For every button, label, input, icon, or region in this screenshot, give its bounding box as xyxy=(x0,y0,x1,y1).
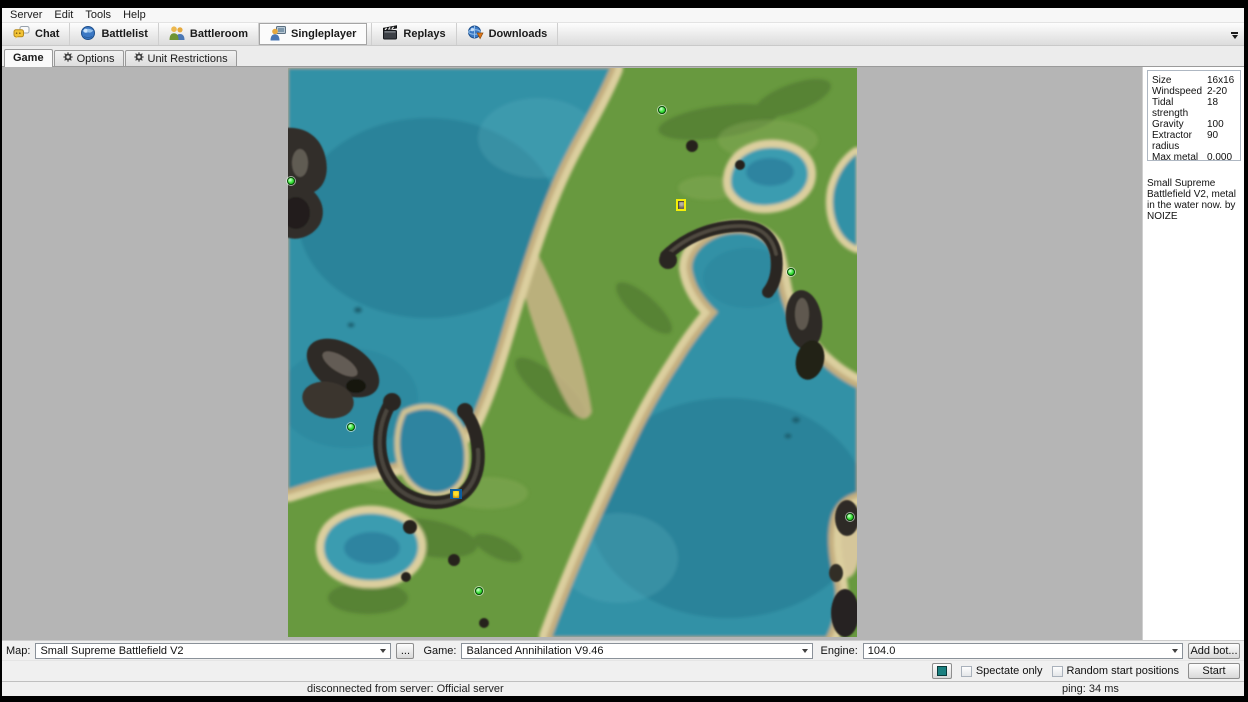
browse-map-button[interactable]: ... xyxy=(396,643,414,659)
start-position-dot[interactable] xyxy=(475,587,483,595)
game-label: Game: xyxy=(423,645,456,657)
map-info-panel: Size16x16 Windspeed2-20 Tidal strength18… xyxy=(1142,67,1244,640)
add-bot-button[interactable]: Add bot... xyxy=(1188,643,1240,659)
tab-chat[interactable]: Chat xyxy=(3,23,70,45)
globe-icon xyxy=(80,25,96,44)
random-start-positions-label: Random start positions xyxy=(1067,665,1180,677)
tab-battlelist-label: Battlelist xyxy=(101,28,147,40)
tab-battleroom[interactable]: Battleroom xyxy=(159,23,259,45)
tab-battlelist[interactable]: Battlelist xyxy=(70,23,158,45)
tab-downloads[interactable]: Downloads xyxy=(457,23,559,45)
battle-setup-row: Map: Small Supreme Battlefield V2 ... Ga… xyxy=(2,640,1244,660)
stat-row: Windspeed2-20 xyxy=(1152,86,1237,97)
stat-value: 90 xyxy=(1207,130,1237,152)
menu-help[interactable]: Help xyxy=(117,8,152,22)
random-start-positions-checkbox[interactable]: Random start positions xyxy=(1052,665,1180,677)
tab-downloads-label: Downloads xyxy=(489,28,548,40)
team-color-swatch xyxy=(937,666,947,676)
subtab-unit-restrictions-label: Unit Restrictions xyxy=(148,53,228,65)
stat-label: Max metal xyxy=(1152,152,1207,163)
start-position-dot[interactable] xyxy=(787,268,795,276)
menu-tools[interactable]: Tools xyxy=(79,8,117,22)
menu-bar: Server Edit Tools Help xyxy=(2,8,1244,22)
status-bar: disconnected from server: Official serve… xyxy=(2,681,1244,696)
stat-value: 18 xyxy=(1207,97,1237,119)
stat-row: Tidal strength18 xyxy=(1152,97,1237,119)
subtab-options[interactable]: Options xyxy=(54,50,124,66)
globe-download-icon xyxy=(467,25,484,44)
map-select-value: Small Supreme Battlefield V2 xyxy=(36,645,376,657)
stat-label: Tidal strength xyxy=(1152,97,1207,119)
chat-icon xyxy=(13,25,30,44)
chevron-down-icon xyxy=(1168,649,1182,653)
subtab-game[interactable]: Game xyxy=(4,49,53,66)
start-position-dot[interactable] xyxy=(658,106,666,114)
stat-value: 16x16 xyxy=(1207,75,1237,86)
map-stats-box: Size16x16 Windspeed2-20 Tidal strength18… xyxy=(1147,70,1241,161)
spectate-only-checkbox[interactable]: Spectate only xyxy=(961,665,1043,677)
unit-start-marker[interactable] xyxy=(450,489,462,499)
stat-row: Size16x16 xyxy=(1152,75,1237,86)
stat-label: Extractor radius xyxy=(1152,130,1207,152)
spectate-only-label: Spectate only xyxy=(976,665,1043,677)
game-select[interactable]: Balanced Annihilation V9.46 xyxy=(461,643,813,659)
start-position-dot[interactable] xyxy=(846,513,854,521)
stat-value: 2-20 xyxy=(1207,86,1237,97)
chevron-down-icon xyxy=(798,649,812,653)
toolbar-overflow-button[interactable] xyxy=(1230,32,1239,40)
team-color-button[interactable] xyxy=(932,663,952,679)
subtab-options-label: Options xyxy=(77,53,115,65)
stat-value: 100 xyxy=(1207,119,1237,130)
engine-select[interactable]: 104.0 xyxy=(863,643,1183,659)
tab-replays-label: Replays xyxy=(403,28,445,40)
start-position-dot[interactable] xyxy=(347,423,355,431)
stat-label: Gravity xyxy=(1152,119,1207,130)
checkbox-box xyxy=(961,666,972,677)
ping-indicator: ping: 34 ms xyxy=(1062,683,1119,696)
map-markers-layer xyxy=(288,68,857,637)
tab-chat-label: Chat xyxy=(35,28,59,40)
subtab-game-label: Game xyxy=(13,52,44,64)
start-button[interactable]: Start xyxy=(1188,663,1240,679)
subtab-bar: Game Options Unit Restrictions xyxy=(2,46,1244,67)
users-icon xyxy=(169,25,185,44)
tab-singleplayer[interactable]: Singleplayer xyxy=(259,23,367,45)
game-select-value: Balanced Annihilation V9.46 xyxy=(462,645,798,657)
user-computer-icon xyxy=(270,25,286,44)
clapperboard-icon xyxy=(382,25,398,44)
stat-value: 0.000 xyxy=(1207,152,1237,163)
map-description: Small Supreme Battlefield V2, metal in t… xyxy=(1147,178,1241,222)
chevron-down-icon xyxy=(376,649,390,653)
tab-replays[interactable]: Replays xyxy=(372,23,456,45)
player-options-row: Spectate only Random start positions Sta… xyxy=(2,660,1244,681)
gear-icon xyxy=(63,52,73,65)
menu-server[interactable]: Server xyxy=(4,8,48,22)
map-preview[interactable] xyxy=(288,68,857,637)
lobby-window: Server Edit Tools Help Chat Battlelist B… xyxy=(2,8,1244,696)
engine-select-value: 104.0 xyxy=(864,645,1168,657)
map-label: Map: xyxy=(6,645,30,657)
stat-row: Extractor radius90 xyxy=(1152,130,1237,152)
checkbox-box xyxy=(1052,666,1063,677)
unit-start-marker[interactable] xyxy=(676,199,686,211)
engine-label: Engine: xyxy=(820,645,857,657)
main-toolbar: Chat Battlelist Battleroom Singleplayer … xyxy=(2,22,1244,46)
tab-battleroom-label: Battleroom xyxy=(190,28,248,40)
gear-icon xyxy=(134,52,144,65)
map-select[interactable]: Small Supreme Battlefield V2 xyxy=(35,643,391,659)
subtab-unit-restrictions[interactable]: Unit Restrictions xyxy=(125,50,237,66)
stat-row: Gravity100 xyxy=(1152,119,1237,130)
menu-edit[interactable]: Edit xyxy=(48,8,79,22)
stat-row: Max metal0.000 xyxy=(1152,152,1237,163)
stat-label: Size xyxy=(1152,75,1207,86)
start-position-dot[interactable] xyxy=(287,177,295,185)
map-canvas-area xyxy=(2,67,1142,640)
stat-label: Windspeed xyxy=(1152,86,1207,97)
status-message: disconnected from server: Official serve… xyxy=(307,683,504,696)
tab-singleplayer-label: Singleplayer xyxy=(291,28,356,40)
